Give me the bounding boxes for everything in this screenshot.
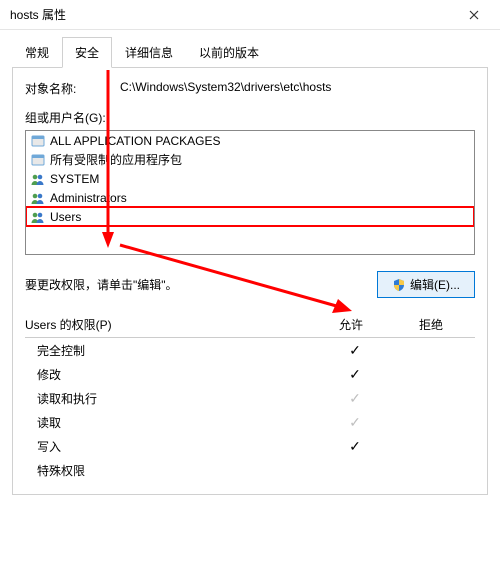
perm-name: 读取和执行 xyxy=(25,390,315,407)
checkmark-icon: ✓ xyxy=(315,342,395,359)
perm-row: 读取 ✓ xyxy=(25,410,475,434)
groups-label: 组或用户名(G): xyxy=(25,109,475,126)
users-icon xyxy=(30,209,46,225)
checkmark-icon: ✓ xyxy=(315,366,395,383)
list-item-label: ALL APPLICATION PACKAGES xyxy=(50,134,221,148)
close-button[interactable] xyxy=(452,1,496,29)
title-bar: hosts 属性 xyxy=(0,0,500,30)
list-item[interactable]: 所有受限制的应用程序包 xyxy=(26,150,474,169)
perm-row: 写入 ✓ xyxy=(25,434,475,458)
close-icon xyxy=(469,10,479,20)
edit-hint-text: 要更改权限，请单击"编辑"。 xyxy=(25,276,377,293)
edit-button[interactable]: 编辑(E)... xyxy=(377,271,475,298)
list-item[interactable]: SYSTEM xyxy=(26,169,474,188)
security-panel: 对象名称: C:\Windows\System32\drivers\etc\ho… xyxy=(12,68,488,495)
tab-details[interactable]: 详细信息 xyxy=(112,37,186,68)
perm-name: 完全控制 xyxy=(25,342,315,359)
perm-row: 完全控制 ✓ xyxy=(25,338,475,362)
permissions-list: 完全控制 ✓ 修改 ✓ 读取和执行 ✓ 读取 ✓ 写入 ✓ xyxy=(25,337,475,482)
permissions-title: Users 的权限(P) xyxy=(25,316,311,333)
tab-previous[interactable]: 以前的版本 xyxy=(186,37,272,68)
object-name-label: 对象名称: xyxy=(25,80,120,97)
checkmark-icon: ✓ xyxy=(315,390,395,407)
package-icon xyxy=(30,152,46,168)
tab-strip: 常规 安全 详细信息 以前的版本 xyxy=(12,36,488,68)
tab-general[interactable]: 常规 xyxy=(12,37,62,68)
list-item-label: 所有受限制的应用程序包 xyxy=(50,151,182,168)
checkmark-icon: ✓ xyxy=(315,414,395,431)
groups-listbox[interactable]: ALL APPLICATION PACKAGES 所有受限制的应用程序包 SYS… xyxy=(25,130,475,255)
users-icon xyxy=(30,190,46,206)
perm-col-allow: 允许 xyxy=(311,316,391,333)
object-name-value: C:\Windows\System32\drivers\etc\hosts xyxy=(120,80,475,94)
perm-row: 特殊权限 xyxy=(25,458,475,482)
window-title: hosts 属性 xyxy=(10,6,452,23)
perm-col-deny: 拒绝 xyxy=(391,316,471,333)
list-item-label: Users xyxy=(50,210,81,224)
list-item[interactable]: Administrators xyxy=(26,188,474,207)
edit-button-label: 编辑(E)... xyxy=(410,276,460,293)
list-item-users[interactable]: Users xyxy=(26,207,474,226)
perm-name: 特殊权限 xyxy=(25,462,315,479)
perm-name: 写入 xyxy=(25,438,315,455)
perm-name: 修改 xyxy=(25,366,315,383)
perm-row: 修改 ✓ xyxy=(25,362,475,386)
perm-row: 读取和执行 ✓ xyxy=(25,386,475,410)
shield-icon xyxy=(392,278,406,292)
package-icon xyxy=(30,133,46,149)
list-item-label: Administrators xyxy=(50,191,127,205)
perm-name: 读取 xyxy=(25,414,315,431)
checkmark-icon: ✓ xyxy=(315,438,395,455)
tab-security[interactable]: 安全 xyxy=(62,37,112,68)
list-item-label: SYSTEM xyxy=(50,172,99,186)
users-icon xyxy=(30,171,46,187)
list-item[interactable]: ALL APPLICATION PACKAGES xyxy=(26,131,474,150)
